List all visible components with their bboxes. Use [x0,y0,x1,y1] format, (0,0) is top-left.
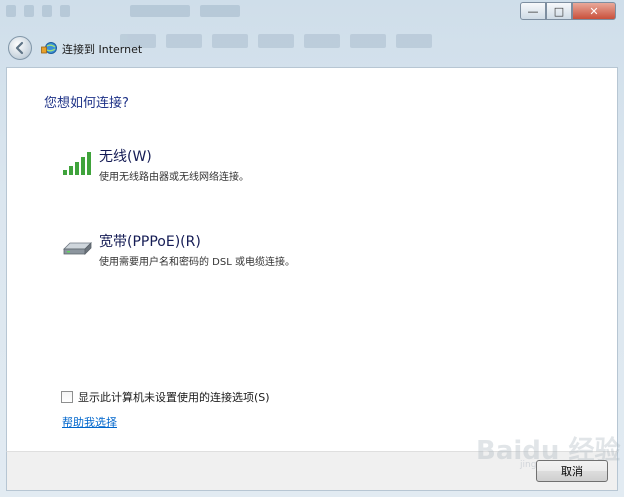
close-button[interactable]: ✕ [572,2,616,20]
option-broadband-name: 宽带(PPPoE)(R) [99,234,201,250]
show-unconfigured-options-checkbox[interactable] [61,391,73,403]
background-tabs [120,30,450,52]
option-broadband-description: 使用需要用户名和密码的 DSL 或电缆连接。 [99,257,295,268]
option-wireless-name: 无线(W) [99,149,152,165]
back-button[interactable] [8,36,32,60]
minimize-button[interactable]: — [520,2,546,20]
broadband-modem-icon [63,242,92,255]
back-arrow-icon [15,41,24,55]
show-unconfigured-options-row[interactable]: 显示此计算机未设置使用的连接选项(S) [61,390,270,404]
help-me-choose-link[interactable]: 帮助我选择 [62,414,117,430]
window-title: 连接到 Internet [62,43,143,56]
page-heading: 您想如何连接? [44,96,129,111]
wireless-signal-icon [63,152,91,175]
maximize-button[interactable]: □ [546,2,572,20]
network-globe-icon [41,42,57,54]
window-controls: — □ ✕ [520,2,616,20]
option-wireless-description: 使用无线路由器或无线网络连接。 [99,172,249,183]
cancel-button[interactable]: 取消 [536,460,608,482]
option-wireless[interactable]: 无线(W) 使用无线路由器或无线网络连接。 [62,146,482,186]
option-broadband[interactable]: 宽带(PPPoE)(R) 使用需要用户名和密码的 DSL 或电缆连接。 [62,231,482,271]
connect-to-internet-window: — □ ✕ 连接到 Internet 您想如何连接? 无线(W) 使用无线路由器… [0,0,624,497]
show-unconfigured-options-label: 显示此计算机未设置使用的连接选项(S) [78,391,270,404]
